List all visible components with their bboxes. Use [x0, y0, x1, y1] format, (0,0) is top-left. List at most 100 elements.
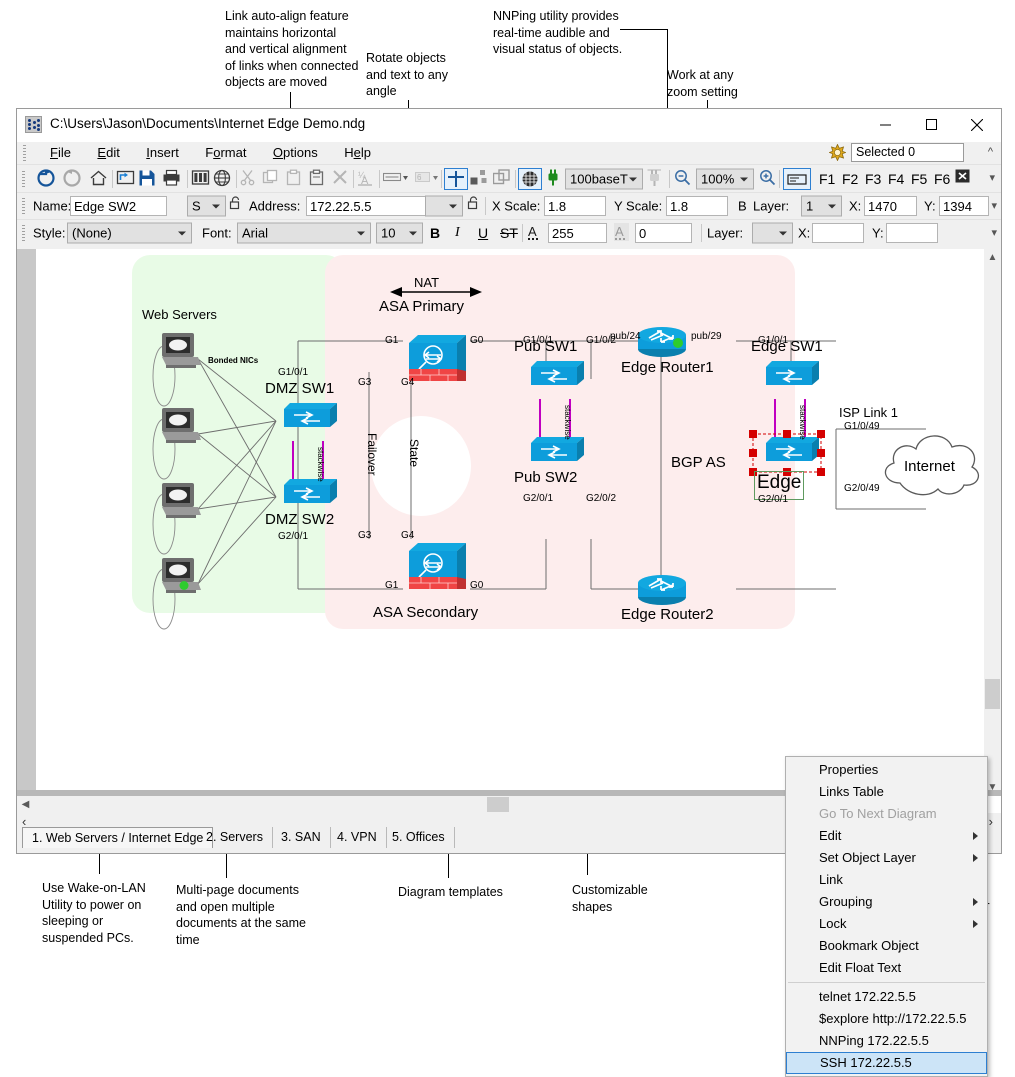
toolset-f5-button[interactable]: F5: [911, 171, 927, 187]
menu-links-table[interactable]: Links Table: [786, 781, 987, 803]
tab-servers[interactable]: 2. Servers: [197, 827, 273, 848]
web-server-4[interactable]: [160, 556, 202, 601]
object-layer-combo[interactable]: 1: [801, 196, 842, 217]
name-lock-icon[interactable]: [229, 196, 243, 216]
minimize-button[interactable]: [862, 109, 908, 140]
name-scope-combo[interactable]: S: [187, 196, 226, 217]
web-server-3[interactable]: [160, 481, 202, 526]
menu-file[interactable]: File: [39, 142, 82, 163]
object-toolbar-overflow-icon[interactable]: ▾: [991, 199, 997, 212]
canvas-area[interactable]: Web Servers Bonded NICs NAT ASA Primary …: [17, 249, 1001, 853]
rack-icon[interactable]: [191, 169, 211, 189]
tab-offices[interactable]: 5. Offices: [383, 827, 455, 848]
distribute-icon[interactable]: [470, 169, 490, 189]
menu-options[interactable]: Options: [262, 142, 329, 163]
y-input[interactable]: 1394: [939, 196, 989, 216]
yscale-input[interactable]: 1.8: [666, 196, 728, 216]
float-text-toggle-button[interactable]: [783, 168, 811, 190]
toolbar-scroll-up-icon[interactable]: ^: [988, 146, 993, 158]
menu-grouping[interactable]: Grouping: [786, 891, 987, 913]
asa-secondary-device[interactable]: [403, 539, 470, 602]
pub-sw1-device[interactable]: [523, 359, 585, 398]
font-combo[interactable]: Arial: [237, 223, 371, 244]
back-icon[interactable]: [37, 169, 57, 189]
address-input[interactable]: 172.22.5.5: [306, 196, 442, 216]
menu-bookmark-object[interactable]: Bookmark Object: [786, 935, 987, 957]
object-toolbar-grip[interactable]: [22, 198, 25, 214]
vertical-scroll-thumb[interactable]: [985, 679, 1000, 709]
wake-on-lan-icon[interactable]: [546, 169, 566, 189]
edge-sw1-device[interactable]: [758, 359, 820, 398]
underline-button[interactable]: U: [478, 225, 488, 241]
print-icon[interactable]: [162, 169, 182, 189]
style-combo[interactable]: (None): [67, 223, 192, 244]
menu-edit-sub[interactable]: Edit: [786, 825, 987, 847]
menu-grip[interactable]: [23, 145, 26, 161]
text-highlight-input[interactable]: 0: [635, 223, 692, 243]
scroll-left-arrow-icon[interactable]: ◀: [17, 796, 34, 813]
text-color-icon[interactable]: A: [527, 223, 543, 243]
toolset-f1-button[interactable]: F1: [819, 171, 835, 187]
toolset-f3-button[interactable]: F3: [865, 171, 881, 187]
globe-icon[interactable]: [213, 169, 233, 189]
address-lock-icon[interactable]: [467, 196, 481, 216]
menu-help[interactable]: Help: [333, 142, 382, 163]
close-button[interactable]: [954, 109, 1000, 140]
tab-vpn[interactable]: 4. VPN: [328, 827, 387, 848]
text-color-input[interactable]: 255: [548, 223, 607, 243]
open-icon[interactable]: [116, 169, 136, 189]
line-style-icon[interactable]: [383, 169, 409, 189]
menu-nnping[interactable]: NNPing 172.22.5.5: [786, 1030, 987, 1052]
text-y-input[interactable]: [886, 223, 938, 243]
scroll-up-arrow-icon[interactable]: ▲: [984, 249, 1001, 266]
toolbar-overflow-icon[interactable]: ▾: [989, 171, 995, 184]
italic-button[interactable]: I: [455, 225, 460, 241]
network-toggle-button[interactable]: [518, 168, 542, 190]
main-toolbar-grip[interactable]: [22, 171, 25, 187]
edge-router1-device[interactable]: [637, 323, 687, 364]
x-input[interactable]: 1470: [864, 196, 917, 216]
save-icon[interactable]: [138, 169, 158, 189]
canvas-vertical-scrollbar[interactable]: ▲ ▼: [984, 249, 1001, 796]
web-server-1[interactable]: [160, 331, 202, 376]
menu-ssh[interactable]: SSH 172.22.5.5: [786, 1052, 987, 1074]
web-server-2[interactable]: [160, 406, 202, 451]
font-size-combo[interactable]: 10: [376, 223, 423, 244]
media-type-combo[interactable]: 100baseT: [565, 168, 643, 189]
toolset-f4-button[interactable]: F4: [888, 171, 904, 187]
tab-san[interactable]: 3. SAN: [272, 827, 331, 848]
text-highlight-icon[interactable]: A: [614, 223, 630, 243]
strikethrough-button[interactable]: ST: [500, 225, 518, 241]
tab-web-servers-internet-edge[interactable]: 1. Web Servers / Internet Edge: [22, 827, 213, 848]
menu-lock[interactable]: Lock: [786, 913, 987, 935]
maximize-button[interactable]: [908, 109, 954, 140]
toolset-f6-button[interactable]: F6: [934, 171, 950, 187]
context-menu[interactable]: Properties Links Table Go To Next Diagra…: [785, 756, 988, 1077]
bold-button[interactable]: B: [430, 225, 440, 241]
horizontal-scroll-thumb[interactable]: [487, 797, 509, 812]
nnping-status-icon[interactable]: [829, 144, 846, 161]
name-input[interactable]: Edge SW2: [70, 196, 167, 216]
text-layer-combo[interactable]: [752, 223, 793, 244]
text-toolbar-grip[interactable]: [22, 225, 25, 241]
group-icon[interactable]: [493, 169, 513, 189]
menu-properties[interactable]: Properties: [786, 759, 987, 781]
toolset-f2-button[interactable]: F2: [842, 171, 858, 187]
home-icon[interactable]: [89, 169, 109, 189]
align-toggle-button[interactable]: [444, 168, 468, 190]
close-toolset-icon[interactable]: [955, 169, 975, 189]
text-toolbar-overflow-icon[interactable]: ▾: [991, 226, 997, 239]
menu-format[interactable]: Format: [194, 142, 257, 163]
menu-edit-float-text[interactable]: Edit Float Text: [786, 957, 987, 979]
address-scope-combo[interactable]: [425, 196, 463, 217]
menu-insert[interactable]: Insert: [135, 142, 190, 163]
menu-telnet[interactable]: telnet 172.22.5.5: [786, 986, 987, 1008]
zoom-combo[interactable]: 100%: [696, 168, 754, 189]
paste-special-icon[interactable]: [308, 169, 328, 189]
menu-link[interactable]: Link: [786, 869, 987, 891]
xscale-input[interactable]: 1.8: [544, 196, 606, 216]
menu-explore-http[interactable]: $explore http://172.22.5.5: [786, 1008, 987, 1030]
dmz-sw1-device[interactable]: [276, 401, 338, 440]
diagram-canvas[interactable]: Web Servers Bonded NICs NAT ASA Primary …: [36, 249, 984, 809]
zoom-out-icon[interactable]: [674, 169, 694, 189]
